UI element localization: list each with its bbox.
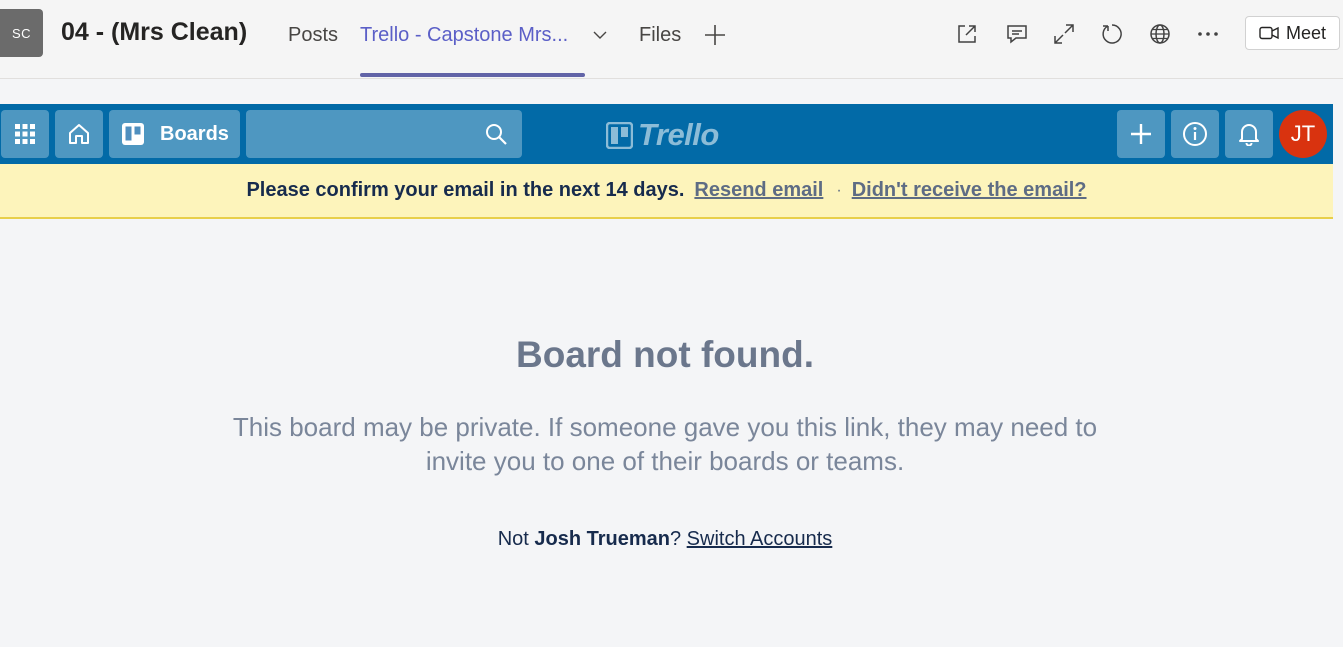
question-mark: ?: [669, 528, 682, 550]
banner-message: Please confirm your email in the next 14…: [246, 179, 685, 201]
channel-title: 04 - (Mrs Clean): [61, 18, 248, 46]
info-button[interactable]: [1171, 110, 1219, 158]
trello-nav: Boards Trello: [0, 104, 1333, 164]
more-icon[interactable]: [1196, 22, 1220, 46]
meet-label: Meet: [1286, 22, 1327, 43]
chevron-down-icon[interactable]: [592, 27, 608, 43]
reload-icon[interactable]: [1100, 22, 1124, 46]
meet-button[interactable]: Meet: [1245, 16, 1340, 50]
apps-button[interactable]: [1, 110, 49, 158]
user-name: Josh Trueman: [534, 528, 670, 550]
create-button[interactable]: [1117, 110, 1165, 158]
banner-separator: ·: [836, 181, 842, 199]
home-icon: [69, 124, 89, 144]
search-input[interactable]: [246, 110, 522, 158]
video-camera-icon: [1259, 26, 1279, 40]
switch-account-line: Not Josh Trueman? Switch Accounts: [0, 528, 1330, 551]
boards-button[interactable]: Boards: [109, 110, 240, 158]
trello-logo[interactable]: Trello: [606, 117, 719, 152]
tab-posts[interactable]: Posts: [288, 24, 338, 47]
didnt-receive-link[interactable]: Didn't receive the email?: [852, 179, 1087, 202]
not-prefix: Not: [497, 528, 535, 550]
tab-files[interactable]: Files: [639, 24, 681, 47]
grid-icon: [15, 124, 35, 144]
board-private-message: This board may be private. If someone ga…: [232, 412, 1098, 476]
home-button[interactable]: [55, 110, 103, 158]
avatar[interactable]: JT: [1279, 110, 1327, 158]
globe-icon[interactable]: [1148, 22, 1172, 46]
expand-icon[interactable]: [1052, 22, 1076, 46]
email-confirm-banner: Please confirm your email in the next 14…: [0, 164, 1333, 219]
bell-icon: [1239, 124, 1259, 146]
tab-trello[interactable]: Trello - Capstone Mrs...: [360, 24, 568, 47]
search-icon: [486, 124, 507, 145]
page-title: Board not found.: [516, 334, 814, 375]
plus-icon: [1131, 124, 1151, 144]
trello-logo-text: Trello: [638, 117, 719, 152]
switch-accounts-link[interactable]: Switch Accounts: [687, 528, 833, 550]
board-icon: [122, 123, 144, 145]
conversation-icon[interactable]: [1005, 22, 1029, 46]
info-icon: [1183, 122, 1207, 146]
popout-icon[interactable]: [955, 22, 979, 46]
active-tab-indicator: [360, 73, 585, 77]
add-tab-icon[interactable]: [704, 24, 726, 46]
trello-logo-icon: [606, 121, 633, 149]
team-avatar[interactable]: SC: [0, 9, 43, 57]
notifications-button[interactable]: [1225, 110, 1273, 158]
boards-label: Boards: [160, 122, 229, 145]
teams-header: SC 04 - (Mrs Clean) Posts Trello - Capst…: [0, 0, 1343, 79]
resend-email-link[interactable]: Resend email: [694, 179, 823, 202]
